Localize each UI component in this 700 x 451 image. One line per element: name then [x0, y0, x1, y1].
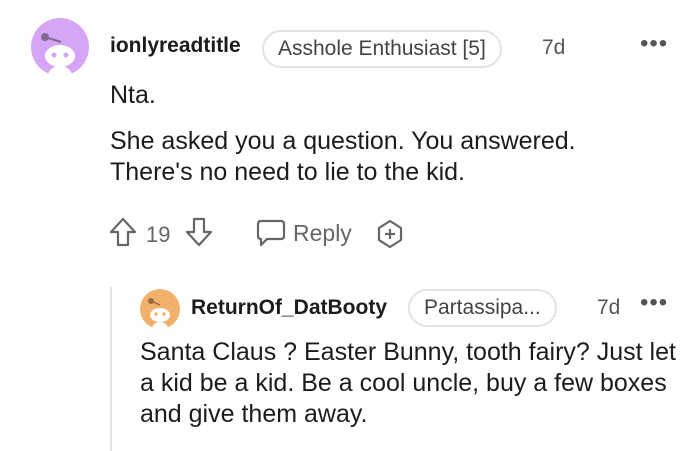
thread-line[interactable]	[110, 287, 112, 451]
username[interactable]: ReturnOf_DatBooty	[191, 296, 387, 320]
upvote-button[interactable]	[108, 216, 138, 248]
comment-paragraph: Nta.	[110, 81, 156, 109]
award-plus-icon	[377, 219, 403, 249]
user-flair: Partassipa...	[408, 289, 557, 327]
reply-button[interactable]: Reply	[255, 218, 352, 248]
more-options-icon[interactable]: •••	[640, 291, 668, 315]
more-options-icon[interactable]: •••	[640, 32, 668, 56]
vote-count: 19	[146, 222, 171, 247]
user-flair: Asshole Enthusiast [5]	[262, 30, 502, 68]
timestamp: 7d	[597, 296, 621, 319]
upvote-arrow-icon	[109, 217, 137, 247]
downvote-arrow-icon	[185, 217, 213, 247]
downvote-button[interactable]	[184, 216, 214, 248]
comment-body: Santa Claus ? Easter Bunny, tooth fairy?…	[140, 338, 676, 428]
award-button[interactable]	[374, 218, 406, 250]
timestamp: 7d	[542, 36, 566, 59]
reply-label: Reply	[293, 219, 352, 246]
speech-bubble-icon	[256, 219, 286, 247]
snoo-avatar-icon	[148, 298, 170, 329]
username[interactable]: ionlyreadtitle	[110, 34, 241, 58]
comment-paragraph: She asked you a question. You answered. …	[110, 127, 576, 186]
avatar[interactable]	[31, 18, 89, 76]
avatar[interactable]	[140, 289, 180, 329]
snoo-avatar-icon	[41, 33, 75, 76]
